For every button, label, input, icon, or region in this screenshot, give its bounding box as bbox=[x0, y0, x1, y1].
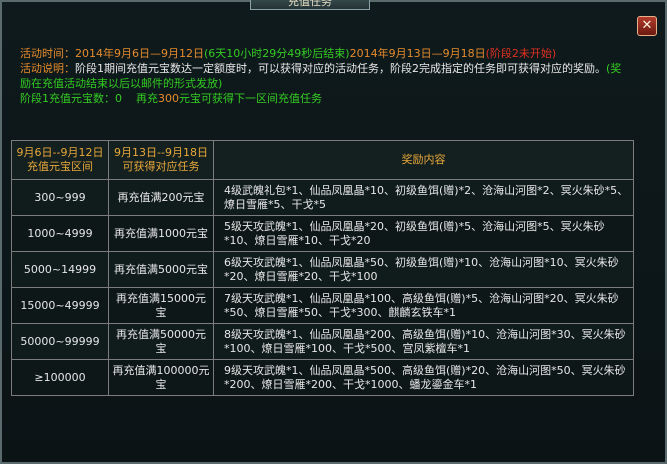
next-suffix: 元宝可获得下一区间充值任务 bbox=[179, 92, 322, 105]
range-cell: 1000~4999 bbox=[11, 215, 109, 252]
recharge-status-row: 阶段1充值元宝数：0 再充300元宝可获得下一区间充值任务 bbox=[20, 91, 630, 106]
rewards-cell: 4级武魄礼包*1、仙品凤凰晶*10、初级鱼饵(赠)*2、沧海山河图*2、冥火朱砂… bbox=[213, 179, 634, 216]
task-cell: 再充值满200元宝 bbox=[108, 179, 214, 216]
header-rewards: 奖励内容 bbox=[213, 140, 634, 180]
table-row: ≥100000 再充值满100000元宝 9级天攻武魄*1、仙品凤凰晶*500、… bbox=[11, 359, 634, 396]
task-cell: 再充值满100000元宝 bbox=[108, 359, 214, 396]
reward-table: 9月6日--9月12日 充值元宝区间 9月13日--9月18日 可获得对应任务 奖励… bbox=[11, 140, 634, 396]
phase2-date: 2014年9月13日—9月18日 bbox=[349, 47, 486, 60]
desc-text: 阶段1期间充值元宝数达一定额度时，可以获得对应的活动任务，阶段2完成指定的任务即… bbox=[75, 62, 606, 75]
rewards-cell: 7级天攻武魄*1、仙品凤凰晶*100、高级鱼饵(赠)*5、沧海山河图*20、冥火… bbox=[213, 287, 634, 324]
table-row: 50000~99999 再充值满50000元宝 8级天攻武魄*1、仙品凤凰晶*2… bbox=[11, 323, 634, 360]
countdown-text: (6天10小时29分49秒后结束) bbox=[204, 47, 350, 60]
range-cell: 300~999 bbox=[11, 179, 109, 216]
window-title: 充值任务 bbox=[250, 0, 370, 10]
next-prefix: 再充 bbox=[136, 92, 158, 105]
header-range-line1: 9月6日--9月12日 bbox=[16, 146, 104, 159]
range-cell: 15000~49999 bbox=[11, 287, 109, 324]
rewards-cell: 8级天攻武魄*1、仙品凤凰晶*200、高级鱼饵(赠)*10、沧海山河图*30、冥… bbox=[213, 323, 634, 360]
header-task-line1: 9月13日--9月18日 bbox=[114, 146, 208, 159]
recharge-value: 0 bbox=[115, 92, 122, 105]
recharge-label: 阶段1充值元宝数： bbox=[20, 92, 115, 105]
table-row: 5000~14999 再充值满5000元宝 6级天攻武魄*1、仙品凤凰晶*50、… bbox=[11, 251, 634, 288]
event-desc-row: 活动说明：阶段1期间充值元宝数达一定额度时，可以获得对应的活动任务，阶段2完成指… bbox=[20, 61, 630, 91]
desc-label: 活动说明： bbox=[20, 62, 75, 75]
task-cell: 再充值满50000元宝 bbox=[108, 323, 214, 360]
recharge-task-window: 充值任务 ✕ 活动时间：2014年9月6日—9月12日(6天10小时29分49秒… bbox=[0, 0, 667, 464]
range-cell: 5000~14999 bbox=[11, 251, 109, 288]
table-row: 300~999 再充值满200元宝 4级武魄礼包*1、仙品凤凰晶*10、初级鱼饵… bbox=[11, 179, 634, 216]
time-label: 活动时间： bbox=[20, 47, 75, 60]
rewards-cell: 5级天攻武魄*1、仙品凤凰晶*20、初级鱼饵(赠)*5、沧海山河图*5、冥火朱砂… bbox=[213, 215, 634, 252]
range-cell: ≥100000 bbox=[11, 359, 109, 396]
range-cell: 50000~99999 bbox=[11, 323, 109, 360]
header-range: 9月6日--9月12日 充值元宝区间 bbox=[11, 140, 109, 180]
task-cell: 再充值满1000元宝 bbox=[108, 215, 214, 252]
task-cell: 再充值满5000元宝 bbox=[108, 251, 214, 288]
phase2-status: (阶段2未开始) bbox=[485, 47, 557, 60]
header-task-line2: 可获得对应任务 bbox=[122, 160, 200, 173]
table-row: 15000~49999 再充值满15000元宝 7级天攻武魄*1、仙品凤凰晶*1… bbox=[11, 287, 634, 324]
phase1-date: 2014年9月6日—9月12日 bbox=[75, 47, 204, 60]
rewards-cell: 6级天攻武魄*1、仙品凤凰晶*50、初级鱼饵(赠)*10、沧海山河图*10、冥火… bbox=[213, 251, 634, 288]
header-task: 9月13日--9月18日 可获得对应任务 bbox=[108, 140, 214, 180]
rewards-cell: 9级天攻武魄*1、仙品凤凰晶*500、高级鱼饵(赠)*20、沧海山河图*50、冥… bbox=[213, 359, 634, 396]
header-range-line2: 充值元宝区间 bbox=[27, 160, 93, 173]
table-header-row: 9月6日--9月12日 充值元宝区间 9月13日--9月18日 可获得对应任务 奖励… bbox=[11, 140, 634, 180]
close-button[interactable]: ✕ bbox=[637, 16, 657, 36]
event-time-row: 活动时间：2014年9月6日—9月12日(6天10小时29分49秒后结束)201… bbox=[20, 46, 630, 61]
next-amount: 300 bbox=[158, 92, 179, 105]
task-cell: 再充值满15000元宝 bbox=[108, 287, 214, 324]
event-info: 活动时间：2014年9月6日—9月12日(6天10小时29分49秒后结束)201… bbox=[20, 46, 630, 106]
close-icon: ✕ bbox=[641, 18, 653, 33]
table-row: 1000~4999 再充值满1000元宝 5级天攻武魄*1、仙品凤凰晶*20、初… bbox=[11, 215, 634, 252]
